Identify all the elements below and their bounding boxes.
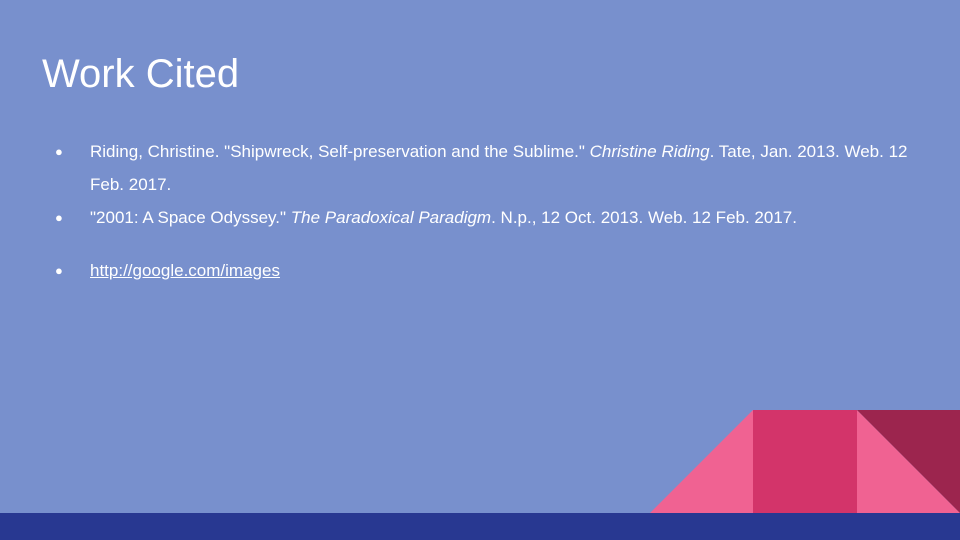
footer-bar xyxy=(0,513,960,540)
decorative-shapes xyxy=(650,410,960,513)
pink-triangle-left xyxy=(650,410,753,513)
magenta-square xyxy=(753,410,857,513)
